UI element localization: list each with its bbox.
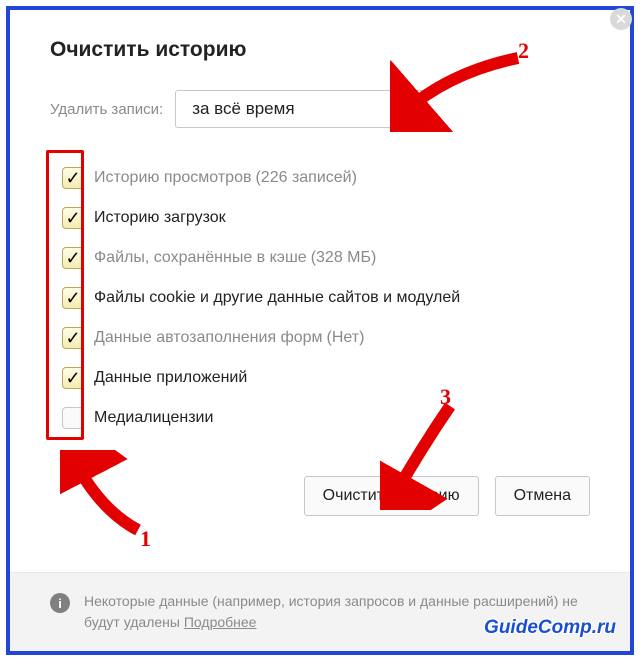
checkbox-hint: (328 МБ) [311, 249, 377, 267]
checkbox-label: Историю просмотров [94, 169, 251, 187]
checkbox[interactable]: ✓ [62, 367, 84, 389]
time-range-row: Удалить записи: за всё время ▼ [50, 90, 590, 128]
dialog-title: Очистить историю [50, 38, 590, 62]
checkbox-label: Медиалицензии [94, 409, 213, 427]
clear-history-button[interactable]: Очистить историю [304, 476, 479, 516]
watermark: GuideComp.ru [484, 617, 616, 639]
time-range-label: Удалить записи: [50, 101, 163, 118]
checkbox[interactable]: ✓ [62, 327, 84, 349]
learn-more-link[interactable]: Подробнее [184, 614, 257, 630]
checkbox[interactable] [62, 407, 84, 429]
checkbox-row: Медиалицензии [62, 398, 590, 438]
checkbox-hint: (Нет) [327, 329, 365, 347]
checkbox-list: ✓ Историю просмотров (226 записей) ✓ Истори… [50, 150, 590, 446]
checkbox-label: Файлы, сохранённые в кэше [94, 249, 307, 267]
info-icon: i [50, 593, 70, 613]
close-icon[interactable]: ✕ [610, 8, 632, 30]
annotation-number-3: 3 [440, 384, 451, 410]
dialog-buttons: Очистить историю Отмена [10, 446, 630, 516]
time-range-value: за всё время [192, 99, 294, 119]
checkbox[interactable]: ✓ [62, 287, 84, 309]
checkbox-row: ✓ Файлы cookie и другие данные сайтов и м… [62, 278, 590, 318]
checkbox-row: ✓ Данные приложений [62, 358, 590, 398]
checkbox-row: ✓ Историю загрузок [62, 198, 590, 238]
checkbox-label: Историю загрузок [94, 209, 226, 227]
cancel-button[interactable]: Отмена [495, 476, 590, 516]
chevron-down-icon: ▼ [399, 102, 412, 117]
checkbox-row: ✓ Файлы, сохранённые в кэше (328 МБ) [62, 238, 590, 278]
checkbox-row: ✓ Историю просмотров (226 записей) [62, 158, 590, 198]
annotation-number-1: 1 [140, 526, 151, 552]
checkbox[interactable]: ✓ [62, 207, 84, 229]
checkbox-label: Данные автозаполнения форм [94, 329, 323, 347]
checkbox[interactable]: ✓ [62, 247, 84, 269]
dialog-footer: i Некоторые данные (например, история за… [10, 572, 630, 651]
checkbox-hint: (226 записей) [255, 169, 356, 187]
dialog-frame: ✕ Очистить историю Удалить записи: за вс… [6, 6, 634, 655]
checkbox-label: Файлы cookie и другие данные сайтов и мо… [94, 289, 460, 307]
checkbox[interactable]: ✓ [62, 167, 84, 189]
checkbox-label: Данные приложений [94, 369, 247, 387]
time-range-select[interactable]: за всё время ▼ [175, 90, 425, 128]
checkbox-row: ✓ Данные автозаполнения форм (Нет) [62, 318, 590, 358]
annotation-number-2: 2 [518, 38, 529, 64]
